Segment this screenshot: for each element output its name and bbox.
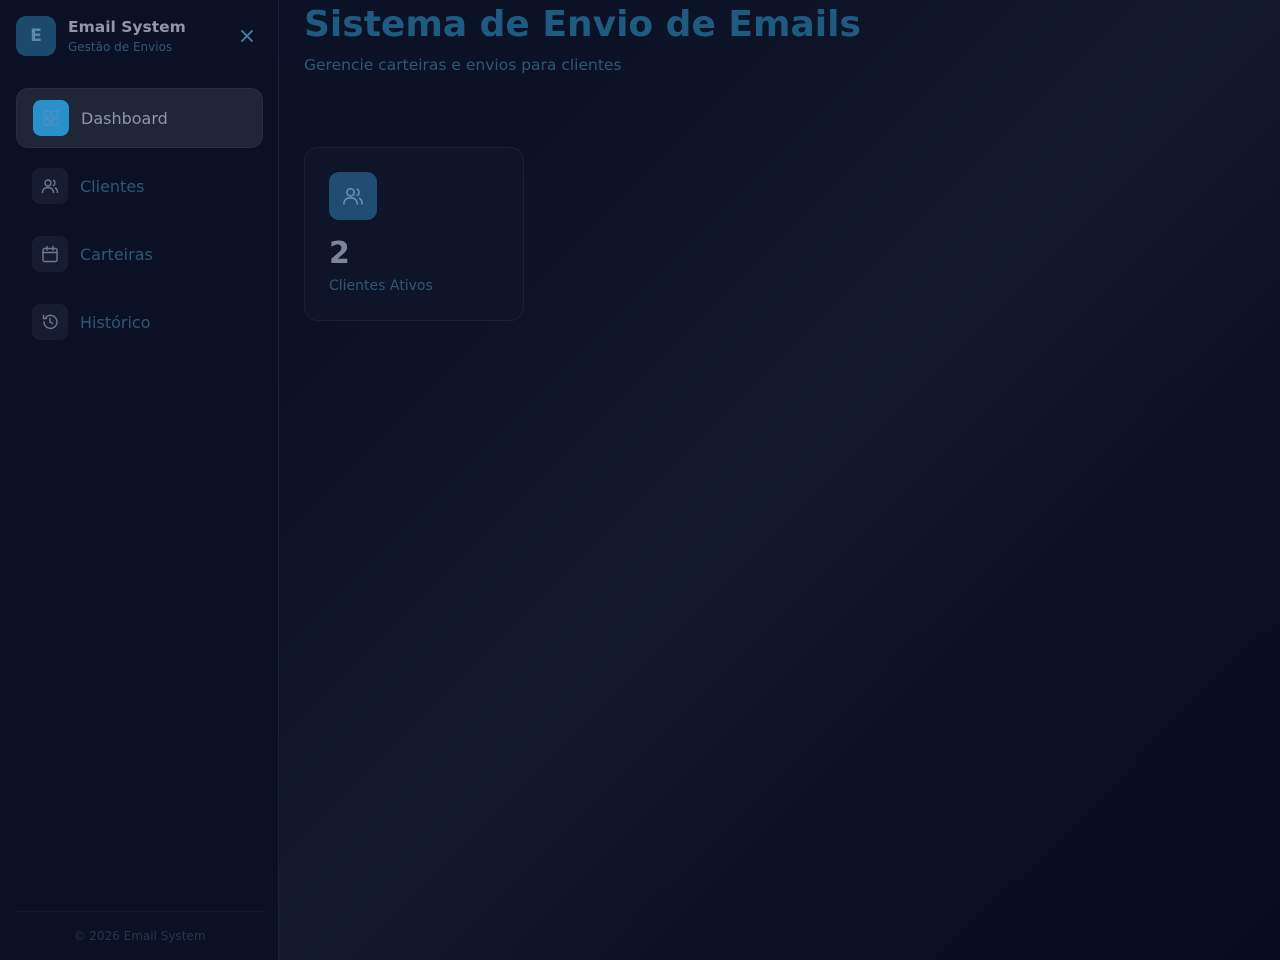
stat-value: 2 [329, 236, 350, 271]
brand: E Email System Gestão de Envios [16, 16, 263, 56]
sidebar-item-dashboard[interactable]: Dashboard [16, 88, 263, 148]
sidebar-item-label: Clientes [80, 176, 145, 196]
stat-card-clientes-ativos: 2 Clientes Ativos [304, 147, 524, 321]
sidebar-item-label: Carteiras [80, 244, 153, 264]
brand-text: Email System Gestão de Envios [68, 17, 186, 55]
sidebar-item-label: Histórico [80, 312, 151, 332]
history-icon [32, 304, 68, 340]
sidebar-item-carteiras[interactable]: Carteiras [16, 224, 263, 284]
sidebar-footer: © 2026 Email System [16, 911, 263, 960]
sidebar-nav: Dashboard Clientes Carteiras Histórico [16, 88, 263, 360]
page-subtitle: Gerencie carteiras e envios para cliente… [304, 56, 622, 74]
calendar-icon [32, 236, 68, 272]
close-sidebar-button[interactable] [237, 26, 257, 46]
users-icon [329, 172, 377, 220]
brand-logo: E [16, 16, 56, 56]
brand-title: Email System [68, 18, 186, 36]
close-icon [241, 30, 253, 42]
sidebar-item-label: Dashboard [81, 108, 168, 128]
sidebar-item-historico[interactable]: Histórico [16, 292, 263, 352]
sidebar-item-clientes[interactable]: Clientes [16, 156, 263, 216]
brand-subtitle: Gestão de Envios [68, 40, 173, 54]
users-icon [32, 168, 68, 204]
sidebar: E Email System Gestão de Envios Dashboar… [0, 0, 279, 960]
stat-label: Clientes Ativos [329, 278, 433, 294]
page-title: Sistema de Envio de Emails [304, 4, 861, 45]
grid-icon [33, 100, 69, 136]
